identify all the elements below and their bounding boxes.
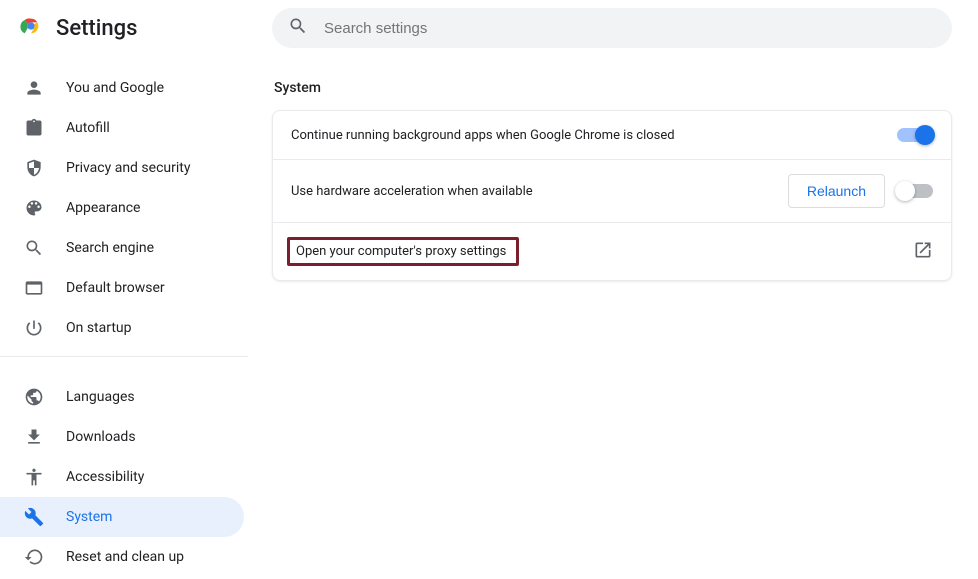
- clipboard-icon: [24, 118, 44, 138]
- nav-label: Privacy and security: [66, 160, 190, 176]
- search-box[interactable]: [272, 8, 952, 48]
- nav-label: Reset and clean up: [66, 549, 184, 565]
- sidebar-item-on-startup[interactable]: On startup: [0, 308, 244, 348]
- sidebar-item-languages[interactable]: Languages: [0, 377, 244, 417]
- external-link-icon: [913, 240, 933, 264]
- sidebar: Settings You and Google Autofill Privacy…: [0, 0, 256, 579]
- nav-label: Autofill: [66, 120, 110, 136]
- sidebar-header: Settings: [0, 0, 256, 56]
- globe-icon: [24, 387, 44, 407]
- sidebar-item-default-browser[interactable]: Default browser: [0, 268, 244, 308]
- nav-label: On startup: [66, 320, 132, 336]
- palette-icon: [24, 198, 44, 218]
- row-label: Open your computer's proxy settings: [291, 237, 913, 266]
- page-title: Settings: [56, 16, 137, 41]
- nav-divider: [0, 356, 248, 357]
- accessibility-icon: [24, 467, 44, 487]
- sidebar-item-accessibility[interactable]: Accessibility: [0, 457, 244, 497]
- chrome-logo-icon: [20, 15, 42, 41]
- reset-icon: [24, 547, 44, 567]
- row-label: Continue running background apps when Go…: [291, 128, 885, 143]
- nav-label: You and Google: [66, 80, 164, 96]
- sidebar-item-autofill[interactable]: Autofill: [0, 108, 244, 148]
- nav-label: Languages: [66, 389, 135, 405]
- row-background-apps[interactable]: Continue running background apps when Go…: [273, 111, 951, 159]
- sidebar-item-search-engine[interactable]: Search engine: [0, 228, 244, 268]
- sidebar-item-privacy[interactable]: Privacy and security: [0, 148, 244, 188]
- sidebar-item-downloads[interactable]: Downloads: [0, 417, 244, 457]
- nav-label: Accessibility: [66, 469, 144, 485]
- section-title: System: [274, 80, 952, 96]
- download-icon: [24, 427, 44, 447]
- search-input[interactable]: [324, 20, 936, 37]
- nav-primary: You and Google Autofill Privacy and secu…: [0, 56, 256, 348]
- highlight-annotation: Open your computer's proxy settings: [287, 237, 519, 266]
- person-icon: [24, 78, 44, 98]
- toggle-background-apps[interactable]: [897, 128, 933, 142]
- relaunch-button[interactable]: Relaunch: [788, 174, 885, 208]
- system-card: Continue running background apps when Go…: [272, 110, 952, 281]
- row-proxy-settings[interactable]: Open your computer's proxy settings: [273, 222, 951, 280]
- main-content: System Continue running background apps …: [256, 0, 978, 579]
- sidebar-item-appearance[interactable]: Appearance: [0, 188, 244, 228]
- nav-label: Appearance: [66, 200, 140, 216]
- row-label: Use hardware acceleration when available: [291, 184, 776, 199]
- wrench-icon: [24, 507, 44, 527]
- sidebar-item-system[interactable]: System: [0, 497, 244, 537]
- browser-icon: [24, 278, 44, 298]
- toggle-hardware-accel[interactable]: [897, 184, 933, 198]
- sidebar-item-you-and-google[interactable]: You and Google: [0, 68, 244, 108]
- nav-secondary: Languages Downloads Accessibility System…: [0, 365, 256, 577]
- nav-label: System: [66, 509, 112, 525]
- row-hardware-accel[interactable]: Use hardware acceleration when available…: [273, 159, 951, 222]
- nav-label: Search engine: [66, 240, 154, 256]
- shield-icon: [24, 158, 44, 178]
- search-icon: [288, 16, 308, 40]
- sidebar-item-reset[interactable]: Reset and clean up: [0, 537, 244, 577]
- power-icon: [24, 318, 44, 338]
- nav-label: Default browser: [66, 280, 165, 296]
- nav-label: Downloads: [66, 429, 136, 445]
- proxy-label: Open your computer's proxy settings: [290, 244, 506, 259]
- search-icon: [24, 238, 44, 258]
